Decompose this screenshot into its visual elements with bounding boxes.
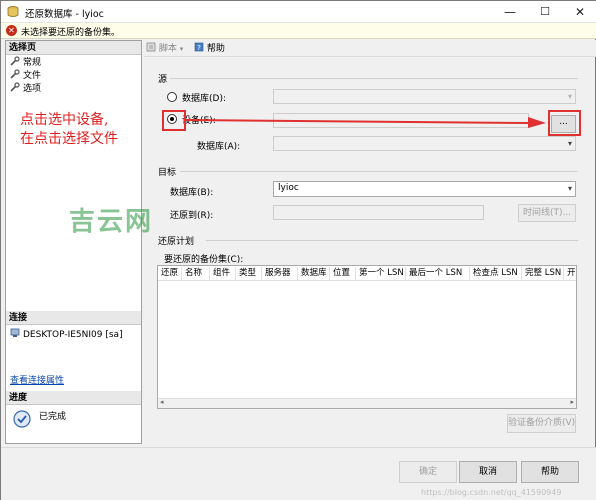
scroll-left-icon[interactable]: ◂ <box>160 398 164 406</box>
server-name: DESKTOP-IE5NI09 [sa] <box>23 330 123 340</box>
page-item-options[interactable]: 选项 <box>10 82 41 94</box>
backup-sets-grid[interactable]: 还原 名称 组件 类型 服务器 数据库 位置 第一个 LSN 最后一个 LSN … <box>157 265 577 409</box>
restore-plan-divider <box>206 240 578 241</box>
select-page-header: 选择页 <box>6 41 141 55</box>
page-item-files[interactable]: 文件 <box>10 69 41 81</box>
page-wrench-icon <box>10 82 20 92</box>
target-section-title: 目标 <box>158 168 177 178</box>
annotation-highlight-device-radio <box>162 110 186 131</box>
chevron-down-icon: ▾ <box>567 139 572 148</box>
column-header[interactable]: 服务器 <box>262 267 298 280</box>
page-item-label: 文件 <box>23 71 42 81</box>
help-toolbar-button[interactable]: ? 帮助 <box>194 42 225 55</box>
grid-header: 还原 名称 组件 类型 服务器 数据库 位置 第一个 LSN 最后一个 LSN … <box>158 266 576 281</box>
source-database-select[interactable]: ▾ <box>273 89 576 104</box>
page-item-label: 选项 <box>23 84 42 94</box>
database-radio-label: 数据库(D): <box>182 94 226 104</box>
target-database-select[interactable]: lyioc ▾ <box>273 181 576 197</box>
minimize-button[interactable]: — <box>493 1 527 23</box>
column-header[interactable]: 开始 <box>564 267 576 280</box>
restore-plan-section-title: 还原计划 <box>158 237 195 247</box>
view-connection-properties-link[interactable]: 查看连接属性 <box>10 375 64 387</box>
help-button[interactable]: 帮助 <box>521 461 579 483</box>
page-item-label: 常规 <box>23 58 42 68</box>
column-header[interactable]: 类型 <box>236 267 262 280</box>
cancel-button[interactable]: 取消 <box>459 461 517 483</box>
svg-text:?: ? <box>197 44 201 52</box>
window-title: 还原数据库 - lyioc <box>25 9 104 20</box>
dialog-button-bar: 确定 取消 帮助 https://blog.csdn.net/qq_415909… <box>1 447 596 500</box>
horizontal-scrollbar[interactable]: ◂ ▸ <box>158 398 576 408</box>
target-database-value: lyioc <box>278 183 299 193</box>
annotation-arrow <box>186 117 546 128</box>
column-header[interactable]: 位置 <box>330 267 356 280</box>
source-divider <box>170 78 578 79</box>
target-database-label: 数据库(B): <box>170 188 214 198</box>
column-header[interactable]: 最后一个 LSN <box>406 267 470 280</box>
server-item: DESKTOP-IE5NI09 [sa] <box>10 328 123 340</box>
column-header[interactable]: 名称 <box>182 267 210 280</box>
connection-header: 连接 <box>6 311 141 325</box>
error-message-bar: ✕ 未选择要还原的备份集。 <box>1 23 596 39</box>
target-divider <box>180 171 578 172</box>
script-button[interactable]: 脚本 ▾ <box>146 42 183 55</box>
left-pane: 选择页 常规 文件 选项 连接 DESKTOP-IE5NI09 [sa] 查看连… <box>5 40 142 444</box>
server-icon <box>10 328 20 337</box>
column-header[interactable]: 第一个 LSN <box>356 267 406 280</box>
backup-sets-label: 要还原的备份集(C): <box>164 255 244 265</box>
progress-header: 进度 <box>6 391 141 405</box>
restore-to-field[interactable] <box>273 205 484 220</box>
verify-backup-media-button[interactable]: 验证备份介质(V) <box>507 414 576 433</box>
restore-database-window: 还原数据库 - lyioc — ☐ ✕ ✕ 未选择要还原的备份集。 选择页 常规… <box>0 0 596 500</box>
restore-to-label: 还原到(R): <box>170 211 214 221</box>
timeline-button[interactable]: 时间线(T)... <box>518 204 576 222</box>
page-wrench-icon <box>10 56 20 66</box>
ok-button[interactable]: 确定 <box>399 461 457 483</box>
title-bar: 还原数据库 - lyioc — ☐ ✕ <box>1 1 596 23</box>
toolbar: 脚本 ▾ ? 帮助 <box>144 40 596 57</box>
chevron-down-icon: ▾ <box>179 45 184 53</box>
annotation-highlight-browse-button <box>548 110 581 136</box>
annotation-note-line2: 在点击选择文件 <box>20 131 118 147</box>
device-database-label: 数据库(A): <box>197 142 241 152</box>
error-icon: ✕ <box>6 25 17 36</box>
column-header[interactable]: 组件 <box>210 267 236 280</box>
error-message: 未选择要还原的备份集。 <box>21 28 121 38</box>
database-icon <box>7 6 19 17</box>
column-header[interactable]: 数据库 <box>298 267 330 280</box>
progress-status: 已完成 <box>39 412 67 422</box>
scroll-right-icon[interactable]: ▸ <box>570 398 574 406</box>
column-header[interactable]: 还原 <box>158 267 182 280</box>
page-item-general[interactable]: 常规 <box>10 56 41 68</box>
help-icon: ? <box>194 42 204 52</box>
source-section-title: 源 <box>158 75 168 85</box>
maximize-button[interactable]: ☐ <box>528 1 562 23</box>
close-button[interactable]: ✕ <box>563 1 596 23</box>
page-wrench-icon <box>10 69 20 79</box>
chevron-down-icon: ▾ <box>567 184 572 193</box>
source-credit: https://blog.csdn.net/qq_41590949 <box>421 488 562 497</box>
database-radio[interactable] <box>167 92 177 102</box>
progress-complete-icon <box>13 410 31 428</box>
help-toolbar-label: 帮助 <box>206 44 225 54</box>
script-label: 脚本 <box>158 44 177 54</box>
site-watermark: 吉云网 <box>69 207 154 237</box>
column-header[interactable]: 完整 LSN <box>522 267 564 280</box>
column-header[interactable]: 检查点 LSN <box>470 267 522 280</box>
device-database-select[interactable]: ▾ <box>273 136 576 151</box>
annotation-note-line1: 点击选中设备, <box>20 112 109 128</box>
script-icon <box>146 42 156 52</box>
chevron-down-icon: ▾ <box>567 92 572 101</box>
